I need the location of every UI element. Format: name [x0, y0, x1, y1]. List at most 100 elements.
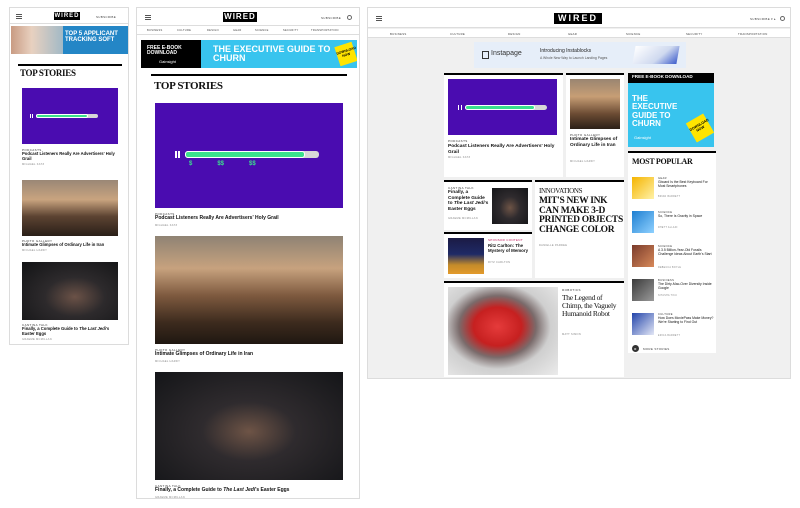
mobile-header: WIRED SUBSCRIBE — [10, 8, 128, 24]
story-title[interactable]: Intimate Glimpses of Ordinary Life in Ir… — [155, 351, 343, 358]
story-byline: MATT SIMON — [562, 333, 582, 336]
tablet-header: WIRED SUBSCRIBE — [137, 8, 359, 26]
nav-culture[interactable]: CULTURE — [450, 32, 465, 36]
story-title[interactable]: The Dirty-Mac-Over Diversity Inside Goog… — [658, 282, 714, 291]
top-stories-section: TOP STORIES $ $$ $$ PODCASTS Podcast Lis… — [151, 74, 347, 498]
mobile-frame: WIRED SUBSCRIBE TOP 5 APPLICANT TRACKING… — [9, 7, 129, 345]
ad-people-image — [11, 26, 63, 54]
popular-item[interactable]: BUSINESS The Dirty-Mac-Over Diversity In… — [632, 279, 714, 309]
popular-item[interactable]: CULTURE How Does MoviePass Make Money? W… — [632, 313, 714, 343]
story-byline: RITZ CARLTON — [488, 261, 511, 264]
iran-photo[interactable] — [155, 236, 343, 344]
top-stories-title: TOP STORIES — [20, 68, 76, 78]
story-title[interactable]: Finally, a Complete Guide to The Last Je… — [155, 487, 343, 494]
subscribe-link[interactable]: SUBSCRIBE ▾ ▸ — [750, 17, 776, 21]
podcast-card[interactable]: PODCASTS Podcast Listeners Really Are Ad… — [444, 73, 563, 177]
nav-science[interactable]: SCIENCE — [255, 29, 269, 32]
popular-thumb — [632, 245, 654, 267]
instapage-title: Introducing Instablocks — [540, 48, 592, 54]
last-jedi-card[interactable]: CANTINA TALK Finally, a Complete Guide t… — [444, 180, 532, 230]
wired-logo[interactable]: WIRED — [554, 13, 602, 24]
story-kicker: SPONSOR CONTENT — [488, 238, 523, 242]
ebook-ad[interactable]: FREE E-BOOK DOWNLOAD THE EXECUTIVE GUIDE… — [628, 73, 714, 147]
iran-photo — [570, 79, 620, 129]
menu-icon[interactable] — [376, 16, 382, 21]
nav-gear[interactable]: GEAR — [568, 32, 577, 36]
story-title[interactable]: Finally, a Complete Guide to The Last Je… — [448, 190, 490, 212]
nav-security[interactable]: SECURITY — [283, 29, 299, 32]
mobile-ad[interactable]: TOP 5 APPLICANT TRACKING SOFT — [11, 26, 128, 54]
nav-gear[interactable]: GEAR — [233, 29, 242, 32]
tablet-nav: BUSINESS CULTURE DESIGN GEAR SCIENCE SEC… — [137, 27, 359, 35]
instapage-ad[interactable]: Instapage Introducing Instablocks A Whol… — [474, 42, 686, 68]
story-title[interactable]: MIT'S NEW INK CAN MAKE 3-D PRINTED OBJEC… — [539, 196, 623, 235]
iran-photo[interactable] — [22, 180, 118, 236]
instapage-sub: A Whole New Way to Launch Landing Pages — [540, 56, 608, 60]
popular-item[interactable]: SCIENCE A 3.5 Billion-Year-Old Fossils C… — [632, 245, 714, 275]
more-stories-label: MORE STORIES — [643, 347, 670, 351]
ebook-label: FREE E-BOOK DOWNLOAD — [632, 74, 693, 79]
subscribe-link[interactable]: SUBSCRIBE — [321, 16, 341, 20]
more-stories-icon: ▸ — [632, 345, 639, 352]
story-byline: MIGHAEL KATZ — [22, 163, 45, 166]
instapage-screens-image — [632, 46, 680, 64]
last-jedi-photo[interactable] — [22, 262, 118, 320]
download-now-badge[interactable]: DOWNLOAD NOW — [334, 41, 357, 67]
popular-item[interactable]: SCIENCE So, There Is Gravity in Space RH… — [632, 211, 714, 241]
podcast-image[interactable] — [22, 88, 118, 144]
menu-icon[interactable] — [145, 15, 151, 20]
story-title[interactable]: The Legend of Chimp, the Vaguely Humanoi… — [562, 294, 620, 318]
iran-card[interactable]: PHOTO GALLERY Intimate Glimpses of Ordin… — [566, 73, 624, 177]
search-icon[interactable] — [347, 15, 352, 20]
popular-thumb — [632, 279, 654, 301]
story-title[interactable]: Intimate Glimpses of Ordinary Life in Ir… — [570, 137, 622, 148]
subscribe-link[interactable]: SUBSCRIBE — [96, 15, 116, 19]
story-byline: BRIAN BARRETT — [658, 196, 681, 198]
story-title[interactable]: Gboard Is the Best Keyboard For Most Sma… — [658, 180, 714, 189]
podcast-image — [448, 79, 557, 135]
desktop-header: WIRED SUBSCRIBE ▾ ▸ — [368, 8, 790, 28]
wired-logo[interactable]: WIRED — [54, 12, 80, 20]
menu-icon[interactable] — [16, 14, 22, 19]
nav-transportation[interactable]: TRANSPORTATION — [311, 29, 339, 32]
story-byline: MICHAEL HARDY — [22, 249, 48, 252]
mit-ink-card[interactable]: INNOVATIONS MIT'S NEW INK CAN MAKE 3-D P… — [535, 180, 624, 278]
story-title[interactable]: How Does MoviePass Make Money? We're Sta… — [658, 316, 714, 325]
nav-security[interactable]: SECURITY — [686, 32, 703, 36]
story-byline: REBECCA BOYLE — [658, 267, 682, 269]
story-byline: GRAEME MCMILLAN — [22, 338, 52, 341]
ebook-ad[interactable]: FREE E-BOOK DOWNLOAD Gainsight THE EXECU… — [141, 40, 357, 68]
story-title[interactable]: Podcast Listeners Really Are Advertisers… — [22, 151, 118, 162]
story-title[interactable]: Podcast Listeners Really Are Advertisers… — [155, 215, 343, 222]
story-title[interactable]: A 3.5 Billion-Year-Old Fossils Challenge… — [658, 248, 714, 257]
story-title[interactable]: Finally, a Complete Guide to The Last Je… — [22, 326, 118, 337]
podcast-image[interactable]: $ $$ $$ — [155, 103, 343, 208]
most-popular-section: MOST POPULAR GEAR Gboard Is the Best Key… — [628, 151, 716, 353]
story-title[interactable]: So, There Is Gravity in Space — [658, 214, 714, 219]
nav-business[interactable]: BUSINESS — [390, 32, 407, 36]
pause-icon — [30, 114, 33, 118]
story-title[interactable]: Ritz Carlton: The Mystery of Memory — [488, 243, 530, 253]
popular-item[interactable]: GEAR Gboard Is the Best Keyboard For Mos… — [632, 177, 714, 207]
story-kicker: ROBOTICS — [562, 288, 581, 292]
download-now-badge[interactable]: DOWNLOAD NOW — [685, 113, 714, 143]
last-jedi-photo[interactable] — [155, 372, 343, 480]
pause-icon — [175, 151, 180, 158]
nav-culture[interactable]: CULTURE — [177, 29, 191, 32]
nav-design[interactable]: DESIGN — [508, 32, 521, 36]
chimp-robot-card[interactable]: ROBOTICS The Legend of Chimp, the Vaguel… — [444, 281, 624, 377]
nav-science[interactable]: SCIENCE — [626, 32, 641, 36]
ritz-carlton-card[interactable]: SPONSOR CONTENT Ritz Carlton: The Myster… — [444, 232, 532, 278]
story-title[interactable]: Intimate Glimpses of Ordinary Life in Ir… — [22, 242, 118, 248]
nav-transportation[interactable]: TRANSPORTATION — [738, 32, 768, 36]
story-byline: ERICA BARRETT — [658, 335, 681, 337]
story-byline: DANIELLE PARDEE — [539, 244, 568, 247]
gainsight-logo: Gainsight — [634, 135, 651, 140]
search-icon[interactable] — [780, 16, 785, 21]
story-title[interactable]: Podcast Listeners Really Are Advertisers… — [448, 144, 558, 155]
gainsight-logo: Gainsight — [159, 59, 176, 64]
nav-business[interactable]: BUSINESS — [147, 29, 163, 32]
wired-logo[interactable]: WIRED — [223, 12, 257, 22]
story-byline: MIGHAEL KATZ — [155, 224, 178, 227]
nav-design[interactable]: DESIGN — [207, 29, 219, 32]
